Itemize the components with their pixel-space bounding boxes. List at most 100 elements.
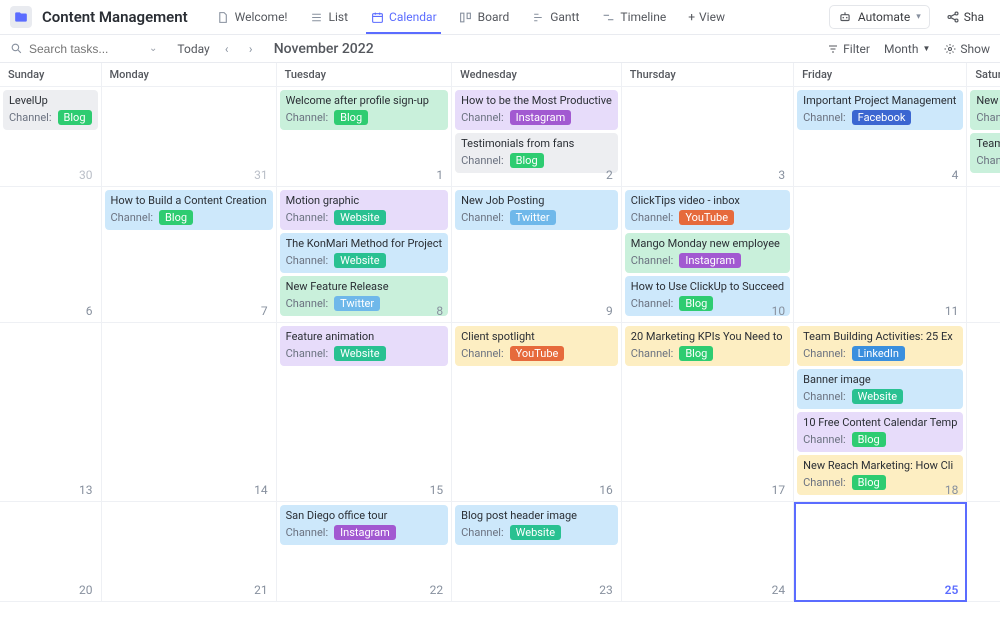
- calendar-cell[interactable]: 20 Marketing KPIs You Need toChannel:Blo…: [622, 323, 794, 502]
- tab-timeline[interactable]: Timeline: [591, 0, 676, 34]
- calendar-cell[interactable]: 14: [102, 323, 277, 502]
- calendar-cell[interactable]: 25: [794, 502, 967, 602]
- share-button[interactable]: Sha: [940, 6, 990, 28]
- calendar-event[interactable]: LevelUpChannel:Blog: [3, 90, 98, 130]
- calendar-event[interactable]: New Reach Marketing: How CliChannel:Blog: [797, 455, 963, 495]
- calendar-cell[interactable]: New logoChannel:WebsiteTeam outingChanne…: [967, 87, 1000, 187]
- event-title: ClickTips video - inbox: [631, 194, 784, 207]
- calendar-event[interactable]: Feature animationChannel:Website: [280, 326, 449, 366]
- calendar-cell[interactable]: Client spotlightChannel:YouTube16: [452, 323, 622, 502]
- calendar-event[interactable]: Welcome after profile sign-upChannel:Blo…: [280, 90, 449, 130]
- day-header: Sunday: [0, 63, 102, 87]
- calendar-cell[interactable]: ClickTips video - inboxChannel:YouTubeMa…: [622, 187, 794, 323]
- day-number: 9: [606, 304, 613, 318]
- today-button[interactable]: Today: [177, 42, 209, 56]
- view-tabs: Welcome! List Calendar Board Gantt Timel…: [206, 0, 735, 34]
- calendar-event[interactable]: Important Project ManagementChannel:Face…: [797, 90, 963, 130]
- calendar-cell[interactable]: 24: [622, 502, 794, 602]
- prev-button[interactable]: ‹: [220, 42, 234, 56]
- calendar-event[interactable]: Team Building Activities: 25 ExChannel:L…: [797, 326, 963, 366]
- calendar-event[interactable]: Motion graphicChannel:Website: [280, 190, 449, 230]
- tab-welcome[interactable]: Welcome!: [206, 0, 298, 34]
- calendar-cell[interactable]: 12: [967, 187, 1000, 323]
- calendar-event[interactable]: New logoChannel:Website: [970, 90, 1000, 130]
- range-selector[interactable]: Month ▼: [884, 42, 930, 56]
- tab-calendar[interactable]: Calendar: [360, 0, 447, 34]
- calendar-event[interactable]: 20 Marketing KPIs You Need toChannel:Blo…: [625, 326, 790, 366]
- day-header: Saturday: [967, 63, 1000, 87]
- range-label: Month: [884, 42, 918, 56]
- day-header: Monday: [102, 63, 277, 87]
- event-title: 20 Marketing KPIs You Need to: [631, 330, 784, 343]
- calendar-cell[interactable]: 21: [102, 502, 277, 602]
- calendar-cell[interactable]: New Job PostingChannel:Twitter 9: [452, 187, 622, 323]
- calendar-event[interactable]: The KonMari Method for ProjectChannel:We…: [280, 233, 449, 273]
- calendar-cell[interactable]: 31: [102, 87, 277, 187]
- calendar-event[interactable]: Team outingChannel:Website: [970, 133, 1000, 173]
- calendar-event[interactable]: Banner imageChannel:Website: [797, 369, 963, 409]
- day-header: Thursday: [622, 63, 794, 87]
- calendar-event[interactable]: San Diego office tourChannel:Instagram: [280, 505, 449, 545]
- calendar-cell[interactable]: How to be the Most ProductiveChannel:Ins…: [452, 87, 622, 187]
- calendar-cell[interactable]: 20: [0, 502, 102, 602]
- filter-button[interactable]: Filter: [827, 42, 870, 56]
- calendar-cell[interactable]: 19: [967, 323, 1000, 502]
- day-number: 4: [952, 168, 959, 182]
- calendar-cell[interactable]: San Diego office tourChannel:Instagram22: [277, 502, 453, 602]
- show-button[interactable]: Show: [944, 42, 990, 56]
- sub-toolbar: ⌄ Today ‹ › November 2022 Filter Month ▼…: [0, 35, 1000, 63]
- calendar-event[interactable]: How to Use ClickUp to SucceedChannel:Blo…: [625, 276, 790, 316]
- event-title: Client spotlight: [461, 330, 612, 343]
- channel-tag: YouTube: [510, 346, 565, 361]
- calendar-event[interactable]: New Job PostingChannel:Twitter: [455, 190, 618, 230]
- event-title: Feature animation: [286, 330, 443, 343]
- calendar-cell[interactable]: Welcome after profile sign-upChannel:Blo…: [277, 87, 453, 187]
- calendar-event[interactable]: How to be the Most ProductiveChannel:Ins…: [455, 90, 618, 130]
- calendar-cell[interactable]: Motion graphicChannel:WebsiteThe KonMari…: [277, 187, 453, 323]
- doc-icon: [216, 10, 230, 24]
- search-dropdown[interactable]: ⌄: [149, 43, 157, 54]
- add-view-button[interactable]: + View: [678, 10, 735, 24]
- tab-gantt[interactable]: Gantt: [521, 0, 589, 34]
- calendar-cell[interactable]: Team Building Activities: 25 ExChannel:L…: [794, 323, 967, 502]
- channel-label: Channel:: [461, 347, 504, 360]
- channel-label: Channel:: [803, 390, 846, 403]
- calendar-event[interactable]: ClickTips video - inboxChannel:YouTube: [625, 190, 790, 230]
- calendar-cell[interactable]: 11: [794, 187, 967, 323]
- calendar-cell[interactable]: Important Project ManagementChannel:Face…: [794, 87, 967, 187]
- calendar-cell[interactable]: Blog post header imageChannel:Website23: [452, 502, 622, 602]
- channel-label: Channel:: [286, 111, 329, 124]
- calendar-event[interactable]: How to Build a Content CreationChannel:B…: [105, 190, 273, 230]
- calendar-cell[interactable]: LevelUpChannel:Blog 30: [0, 87, 102, 187]
- gear-icon: [944, 43, 956, 55]
- calendar-event[interactable]: Testimonials from fansChannel:Blog: [455, 133, 618, 173]
- calendar-event[interactable]: 10 Free Content Calendar TempChannel:Blo…: [797, 412, 963, 452]
- tab-board[interactable]: Board: [449, 0, 520, 34]
- tab-list[interactable]: List: [300, 0, 359, 34]
- calendar-nav: Today ‹ › November 2022: [177, 41, 373, 57]
- channel-tag: Blog: [679, 296, 713, 311]
- calendar-cell[interactable]: Feature animationChannel:Website15: [277, 323, 453, 502]
- calendar-cell[interactable]: 6: [0, 187, 102, 323]
- event-title: Banner image: [803, 373, 957, 386]
- calendar-event[interactable]: Mango Monday new employeeChannel:Instagr…: [625, 233, 790, 273]
- calendar-cell[interactable]: 26: [967, 502, 1000, 602]
- search-input[interactable]: [29, 42, 139, 56]
- calendar-cell[interactable]: 13: [0, 323, 102, 502]
- automate-label: Automate: [858, 10, 910, 24]
- calendar-event[interactable]: New Feature ReleaseChannel:Twitter: [280, 276, 449, 316]
- chevron-down-icon: ▼: [922, 44, 930, 53]
- tab-label: Welcome!: [235, 10, 288, 24]
- day-number: 20: [79, 583, 93, 597]
- next-button[interactable]: ›: [244, 42, 258, 56]
- calendar-event[interactable]: Client spotlight Channel: YouTube: [455, 326, 618, 366]
- show-label: Show: [960, 42, 990, 56]
- calendar-cell[interactable]: How to Build a Content CreationChannel:B…: [102, 187, 277, 323]
- channel-label: Channel:: [286, 297, 329, 310]
- day-number: 14: [254, 483, 268, 497]
- automate-button[interactable]: Automate ▾: [829, 5, 930, 29]
- day-number: 30: [79, 168, 93, 182]
- event-title: The KonMari Method for Project: [286, 237, 443, 250]
- calendar-cell[interactable]: 3: [622, 87, 794, 187]
- calendar-event[interactable]: Blog post header imageChannel:Website: [455, 505, 618, 545]
